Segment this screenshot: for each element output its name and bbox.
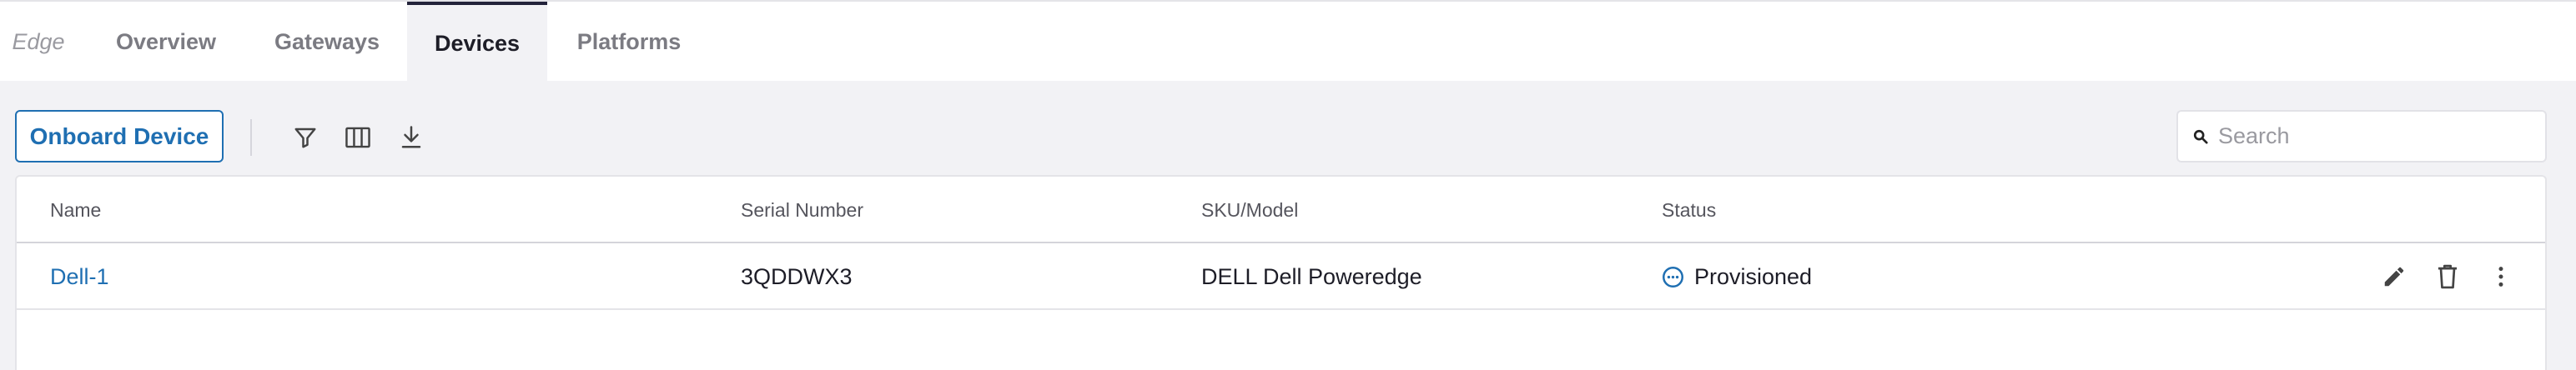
table-header: Name Serial Number SKU/Model Status	[17, 177, 2545, 243]
breadcrumb[interactable]: Edge	[0, 2, 77, 82]
download-icon[interactable]	[393, 119, 430, 156]
column-header-name[interactable]: Name	[50, 177, 101, 243]
toolbar-divider	[250, 119, 252, 156]
tab-devices[interactable]: Devices	[407, 2, 547, 82]
tab-overview[interactable]: Overview	[90, 2, 242, 82]
sku-model-cell: DELL Dell Poweredge	[1201, 263, 1422, 289]
tab-gateways[interactable]: Gateways	[252, 2, 402, 82]
top-nav: Edge Overview Gateways Devices Platforms	[0, 0, 2576, 82]
filter-icon[interactable]	[287, 119, 324, 156]
column-header-status[interactable]: Status	[1662, 177, 1716, 243]
column-header-sku-model[interactable]: SKU/Model	[1201, 177, 1298, 243]
delete-icon[interactable]	[2429, 258, 2466, 295]
devices-table: Name Serial Number SKU/Model Status Dell…	[15, 175, 2547, 370]
more-icon[interactable]	[2483, 258, 2519, 295]
search-icon	[2193, 129, 2208, 144]
column-header-serial-number[interactable]: Serial Number	[741, 177, 863, 243]
onboard-device-button[interactable]: Onboard Device	[15, 110, 224, 162]
provisioned-status-icon	[1663, 266, 1683, 288]
search-box[interactable]	[2176, 110, 2547, 162]
search-input[interactable]	[2218, 123, 2535, 149]
status-label: Provisioned	[1694, 263, 1813, 289]
status-cell: Provisioned	[1662, 243, 1812, 310]
edit-icon[interactable]	[2376, 258, 2412, 295]
columns-icon[interactable]	[340, 119, 376, 156]
table-row[interactable]: Dell-1 3QDDWX3 DELL Dell Poweredge Provi…	[17, 243, 2545, 310]
serial-number-cell: 3QDDWX3	[741, 263, 853, 289]
device-name-link[interactable]: Dell-1	[50, 243, 109, 310]
tab-platforms[interactable]: Platforms	[557, 2, 701, 82]
